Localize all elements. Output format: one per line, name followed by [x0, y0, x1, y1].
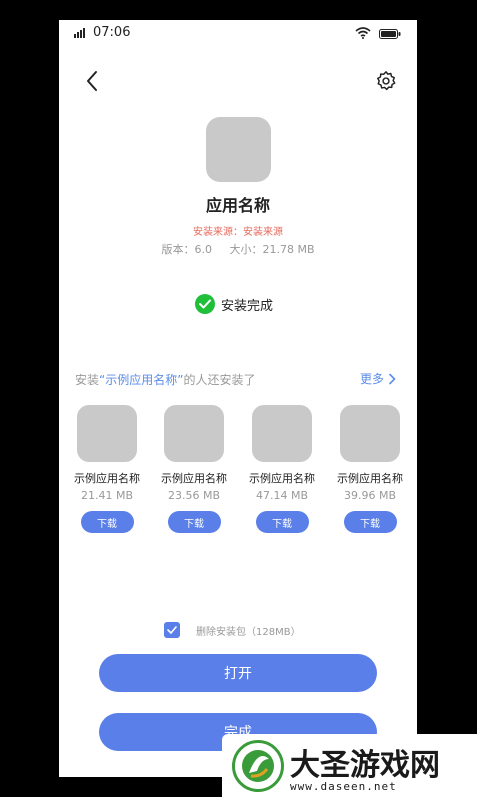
open-button[interactable]: 打开 — [99, 654, 377, 692]
app-meta: 版本：6.0 大小：21.78 MB — [59, 241, 417, 257]
recommend-suffix: 的人还安装了 — [183, 373, 256, 387]
app-icon — [206, 117, 271, 182]
more-label: 更多 — [359, 372, 384, 386]
app-card-size: 21.41 MB — [80, 489, 134, 502]
battery-icon — [379, 29, 401, 39]
app-card-icon — [164, 405, 224, 462]
watermark-logo-icon — [232, 740, 284, 792]
app-card-name: 示例应用名称 — [249, 472, 315, 485]
app-card-name: 示例应用名称 — [74, 472, 140, 485]
delete-package-row: 删除安装包（128MB） — [164, 622, 301, 638]
app-card-size: 39.96 MB — [343, 489, 397, 502]
delete-package-checkbox[interactable] — [164, 622, 180, 638]
app-size: 大小：21.78 MB — [229, 243, 315, 256]
download-button[interactable]: 下载 — [167, 511, 221, 533]
delete-package-label: 删除安装包（128MB） — [196, 626, 301, 638]
recommended-apps: 示例应用名称 21.41 MB 下载 示例应用名称 23.56 MB 下载 示例… — [59, 405, 417, 545]
status-time: 07:06 — [93, 25, 131, 40]
app-card[interactable]: 示例应用名称 39.96 MB 下载 — [330, 405, 410, 533]
chevron-right-icon — [389, 373, 396, 384]
watermark: 大圣游戏网 www.daseen.net — [232, 738, 440, 794]
app-name: 应用名称 — [205, 196, 270, 215]
wifi-icon — [355, 27, 371, 39]
app-version: 版本：6.0 — [161, 243, 212, 256]
app-card-name: 示例应用名称 — [161, 472, 227, 485]
app-card[interactable]: 示例应用名称 21.41 MB 下载 — [67, 405, 147, 533]
app-card-size: 47.14 MB — [255, 489, 309, 502]
download-button[interactable]: 下载 — [80, 511, 134, 533]
download-button[interactable]: 下载 — [255, 511, 309, 533]
app-card-name: 示例应用名称 — [337, 472, 403, 485]
checkmark-icon — [167, 626, 177, 634]
install-status-label: 安装完成 — [221, 298, 274, 314]
app-card-icon — [77, 405, 137, 462]
app-card-size: 23.56 MB — [167, 489, 221, 502]
app-card[interactable]: 示例应用名称 23.56 MB 下载 — [154, 405, 234, 533]
watermark-brand: 大圣游戏网 — [290, 748, 440, 783]
recommend-prefix: 安装 — [75, 373, 100, 387]
app-card[interactable]: 示例应用名称 47.14 MB 下载 — [242, 405, 322, 533]
status-bar: 07:06 — [59, 20, 417, 48]
signal-icon — [74, 28, 85, 38]
watermark-url: www.daseen.net — [290, 780, 397, 793]
recommend-title: 安装“示例应用名称”的人还安装了 — [75, 371, 255, 388]
check-circle-icon — [195, 294, 215, 314]
more-link[interactable]: 更多 — [360, 370, 397, 387]
back-arrow-icon[interactable] — [83, 70, 103, 92]
app-card-icon — [252, 405, 312, 462]
gear-icon[interactable] — [375, 70, 397, 92]
app-card-icon — [340, 405, 400, 462]
recommend-app-name: “示例应用名称” — [99, 373, 184, 387]
install-source: 安装来源：安装来源 — [193, 227, 283, 238]
phone-screen: 07:06 应用名称 安装来源：安装来源 版本：6.0 大小：21.78 MB … — [59, 20, 417, 777]
download-button[interactable]: 下载 — [343, 511, 397, 533]
install-status: 安装完成 — [195, 293, 273, 315]
